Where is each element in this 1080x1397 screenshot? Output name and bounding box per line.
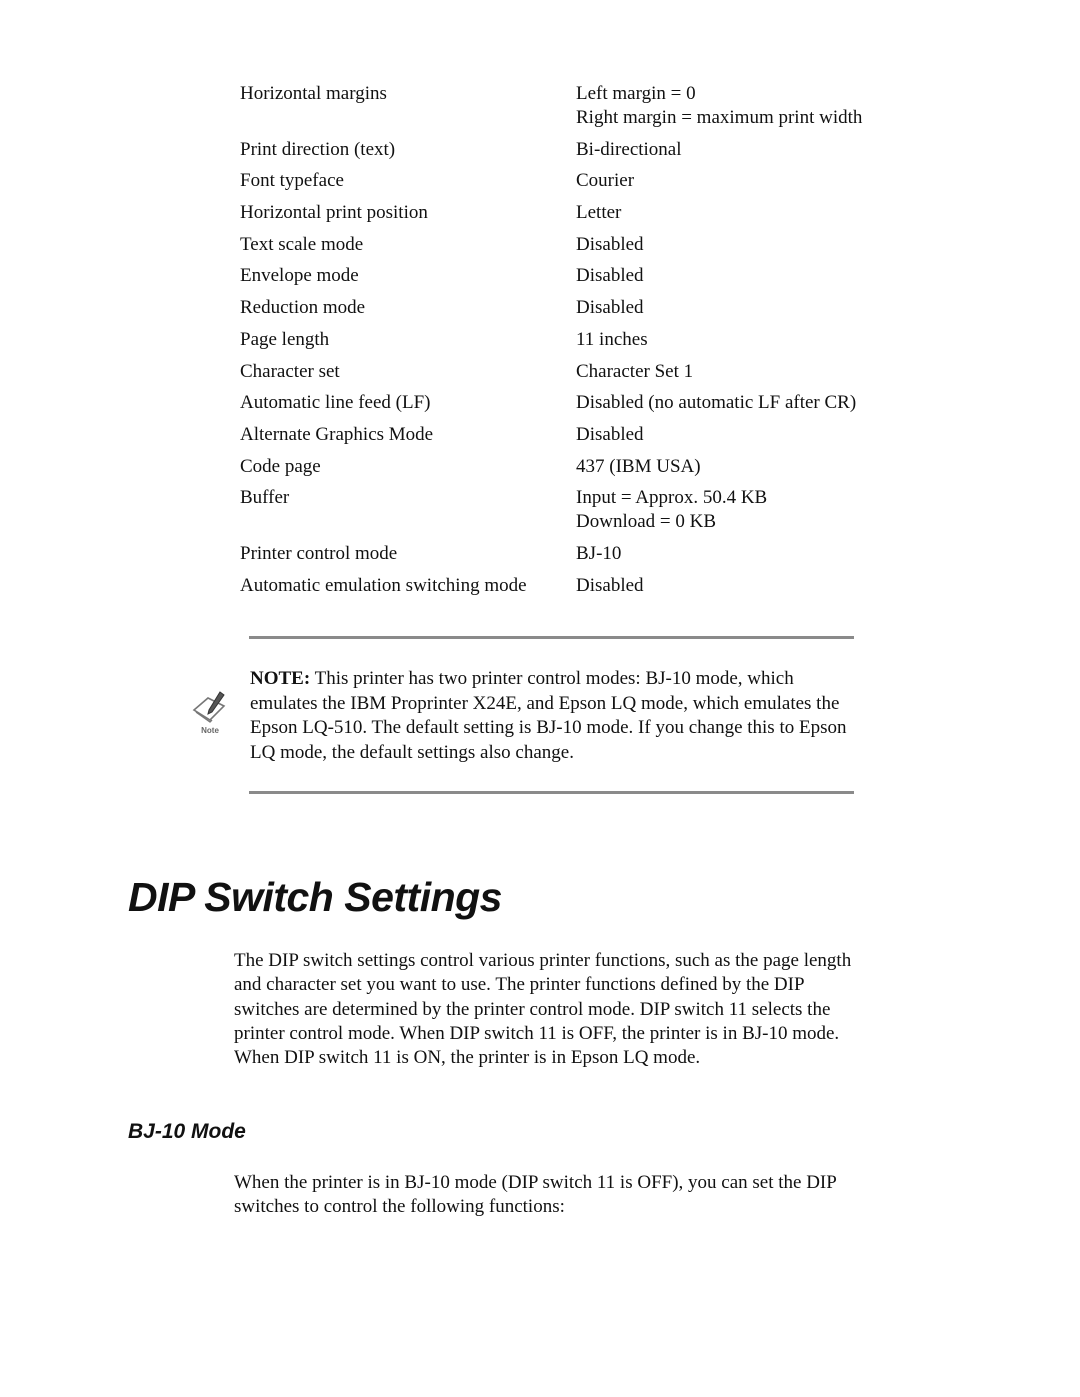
note-divider-top [249,636,854,639]
setting-name: Character set [240,360,340,382]
setting-value: Disabled [576,296,920,320]
default-settings-table: Horizontal margins Left margin = 0 Right m… [240,82,920,605]
setting-value: Bi-directional [576,138,920,162]
note-text: NOTE: This printer has two printer contr… [250,667,860,765]
setting-name: Automatic line feed (LF) [240,392,431,414]
setting-row: Page length 11 inches [240,328,920,352]
setting-row: Character set Character Set 1 [240,360,920,384]
setting-value-line: Input = Approx. 50.4 KB [576,487,768,509]
setting-value-line: 11 inches [576,328,648,350]
setting-value: Disabled (no automatic LF after CR) [576,391,920,415]
setting-name: Alternate Graphics Mode [240,423,434,445]
setting-row: Print direction (text) Bi-directional [240,138,920,162]
section-intro-paragraph: The DIP switch settings control various … [234,950,852,1069]
setting-value-line: 437 (IBM USA) [576,455,701,477]
setting-value-line: Download = 0 KB [576,511,717,533]
note-pencil-icon: Note [190,690,230,740]
setting-value-line: Letter [576,202,622,224]
setting-row: Buffer Input = Approx. 50.4 KB Download = … [240,486,920,534]
setting-name: Envelope mode [240,265,359,287]
setting-value: Disabled [576,264,920,288]
setting-value: Disabled [576,233,920,257]
setting-row: Automatic emulation switching mode Disabl… [240,574,920,598]
setting-row: Reduction mode Disabled [240,296,920,320]
setting-name: Reduction mode [240,297,366,319]
note-pencil-icon-graphic [192,691,226,723]
note-label: NOTE: [250,668,311,689]
setting-name: Print direction (text) [240,138,396,160]
setting-row: Horizontal print position Letter [240,201,920,225]
setting-value-line: Disabled [576,233,644,255]
note-body: This printer has two printer control mod… [250,668,847,763]
setting-row: Printer control mode BJ-10 [240,542,920,566]
setting-name: Text scale mode [240,233,364,255]
setting-name: Page length [240,328,330,350]
setting-value: 437 (IBM USA) [576,455,920,479]
setting-value-line: Disabled (no automatic LF after CR) [576,392,857,414]
setting-value-line: Courier [576,170,635,192]
note-divider-bottom [249,791,854,794]
setting-row: Text scale mode Disabled [240,233,920,257]
setting-name: Font typeface [240,170,344,192]
setting-name: Horizontal margins [240,83,387,104]
setting-value: Character Set 1 [576,360,920,384]
setting-value-line: Disabled [576,423,644,445]
note-icon-label: Note [201,726,219,735]
setting-row: Font typeface Courier [240,169,920,193]
setting-value-line: Disabled [576,574,644,596]
setting-value-line: Disabled [576,297,644,319]
setting-value-line: Disabled [576,265,644,287]
setting-row: Automatic line feed (LF) Disabled (no aut… [240,391,920,415]
subsection-title: BJ-10 Mode [128,1120,246,1143]
section-title: DIP Switch Settings [128,874,502,920]
setting-value: Left margin = 0 Right margin = maximum pr… [576,82,920,130]
setting-name: Printer control mode [240,542,398,564]
setting-name: Buffer [240,487,290,509]
setting-value: Courier [576,169,920,193]
setting-name: Automatic emulation switching mode [240,574,527,596]
setting-row: Alternate Graphics Mode Disabled [240,423,920,447]
setting-value: 11 inches [576,328,920,352]
setting-row: Code page 437 (IBM USA) [240,455,920,479]
setting-value: Disabled [576,423,920,447]
setting-row: Envelope mode Disabled [240,264,920,288]
setting-value-line: Bi-directional [576,138,682,160]
setting-name: Code page [240,455,321,477]
setting-value-line: Right margin = maximum print width [576,107,863,128]
setting-value-line: Character Set 1 [576,360,694,382]
setting-row: Horizontal margins Left margin = 0 Right m… [240,82,920,130]
setting-name: Horizontal print position [240,202,428,224]
setting-value-line: Left margin = 0 [576,83,696,104]
setting-value: Input = Approx. 50.4 KB Download = 0 KB [576,486,920,534]
subsection-paragraph: When the printer is in BJ-10 mode (DIP s… [234,1172,837,1218]
setting-value: Disabled [576,574,920,598]
setting-value: Letter [576,201,920,225]
setting-value: BJ-10 [576,542,920,566]
setting-value-line: BJ-10 [576,542,622,564]
